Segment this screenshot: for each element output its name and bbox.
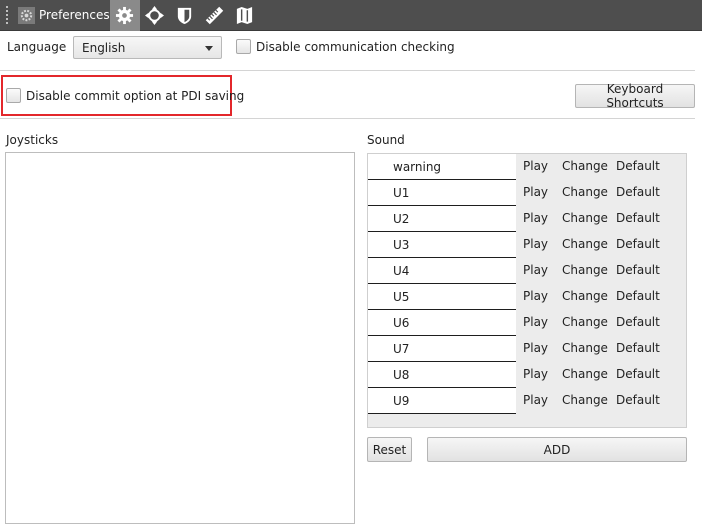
drag-grip-icon[interactable]: [6, 4, 14, 26]
disable-commit-checkbox[interactable]: [6, 88, 21, 103]
sound-row: U9 Play Change Default: [368, 388, 668, 414]
sound-name: warning: [368, 154, 516, 180]
measure-button[interactable]: [200, 0, 230, 31]
preferences-gear-icon: [18, 6, 35, 24]
move-icon: [145, 5, 165, 25]
chevron-down-icon: [205, 46, 213, 51]
move-button[interactable]: [140, 0, 170, 31]
sound-name: U7: [368, 336, 516, 362]
change-button[interactable]: Change: [552, 232, 610, 256]
change-button[interactable]: Change: [552, 154, 610, 178]
default-button[interactable]: Default: [610, 180, 668, 204]
default-button[interactable]: Default: [610, 310, 668, 334]
change-button[interactable]: Change: [552, 180, 610, 204]
default-button[interactable]: Default: [610, 258, 668, 282]
sound-label: Sound: [367, 133, 405, 147]
sound-row: U6 Play Change Default: [368, 310, 668, 336]
play-button[interactable]: Play: [516, 258, 552, 282]
sound-name: U2: [368, 206, 516, 232]
play-button[interactable]: Play: [516, 232, 552, 256]
reset-button[interactable]: Reset: [367, 437, 412, 462]
joysticks-list[interactable]: [5, 152, 355, 524]
disable-communication-checkbox[interactable]: [236, 39, 251, 54]
gear-icon: [116, 6, 134, 24]
map-button[interactable]: [230, 0, 260, 31]
sound-name: U3: [368, 232, 516, 258]
settings-button[interactable]: [109, 0, 140, 31]
default-button[interactable]: Default: [610, 284, 668, 308]
play-button[interactable]: Play: [516, 154, 552, 178]
sound-row: U7 Play Change Default: [368, 336, 668, 362]
sound-name: U8: [368, 362, 516, 388]
default-button[interactable]: Default: [610, 206, 668, 230]
play-button[interactable]: Play: [516, 388, 552, 412]
toolbar-title: Preferences: [39, 8, 110, 22]
joysticks-label: Joysticks: [6, 133, 59, 147]
change-button[interactable]: Change: [552, 206, 610, 230]
default-button[interactable]: Default: [610, 232, 668, 256]
default-button[interactable]: Default: [610, 362, 668, 386]
shield-icon: [177, 7, 192, 24]
sound-row: U1 Play Change Default: [368, 180, 668, 206]
divider: [0, 70, 695, 71]
sound-name: U6: [368, 310, 516, 336]
add-button[interactable]: ADD: [427, 437, 687, 462]
sound-row: U5 Play Change Default: [368, 284, 668, 310]
sound-row: U4 Play Change Default: [368, 258, 668, 284]
change-button[interactable]: Change: [552, 258, 610, 282]
change-button[interactable]: Change: [552, 388, 610, 412]
language-label: Language: [7, 40, 67, 54]
play-button[interactable]: Play: [516, 310, 552, 334]
disable-communication-checkbox-row[interactable]: Disable communication checking: [236, 39, 455, 54]
disable-commit-label: Disable commit option at PDI saving: [26, 88, 245, 103]
play-button[interactable]: Play: [516, 362, 552, 386]
keyboard-shortcuts-button[interactable]: Keyboard Shortcuts: [575, 82, 695, 110]
disable-communication-label: Disable communication checking: [256, 39, 455, 54]
preferences-toolbar: Preferences: [0, 0, 702, 31]
map-icon: [236, 6, 253, 24]
change-button[interactable]: Change: [552, 362, 610, 386]
sound-row: U8 Play Change Default: [368, 362, 668, 388]
sound-row: U3 Play Change Default: [368, 232, 668, 258]
default-button[interactable]: Default: [610, 388, 668, 412]
sound-name: U4: [368, 258, 516, 284]
play-button[interactable]: Play: [516, 284, 552, 308]
change-button[interactable]: Change: [552, 284, 610, 308]
play-button[interactable]: Play: [516, 180, 552, 204]
sound-name: U5: [368, 284, 516, 310]
ruler-icon: [205, 6, 224, 24]
language-select[interactable]: English: [73, 36, 222, 59]
sound-list: warning Play Change Default U1 Play Change Defa…: [367, 153, 687, 428]
sound-name: U1: [368, 180, 516, 206]
safety-button[interactable]: [170, 0, 200, 31]
sound-name: U9: [368, 388, 516, 414]
change-button[interactable]: Change: [552, 336, 610, 360]
sound-row: U2 Play Change Default: [368, 206, 668, 232]
disable-commit-checkbox-row[interactable]: Disable commit option at PDI saving: [6, 88, 244, 103]
language-value: English: [82, 40, 126, 55]
sound-row: warning Play Change Default: [368, 154, 668, 180]
play-button[interactable]: Play: [516, 206, 552, 230]
play-button[interactable]: Play: [516, 336, 552, 360]
change-button[interactable]: Change: [552, 310, 610, 334]
default-button[interactable]: Default: [610, 154, 668, 178]
default-button[interactable]: Default: [610, 336, 668, 360]
divider: [0, 118, 695, 119]
preferences-tab[interactable]: Preferences: [14, 0, 110, 31]
